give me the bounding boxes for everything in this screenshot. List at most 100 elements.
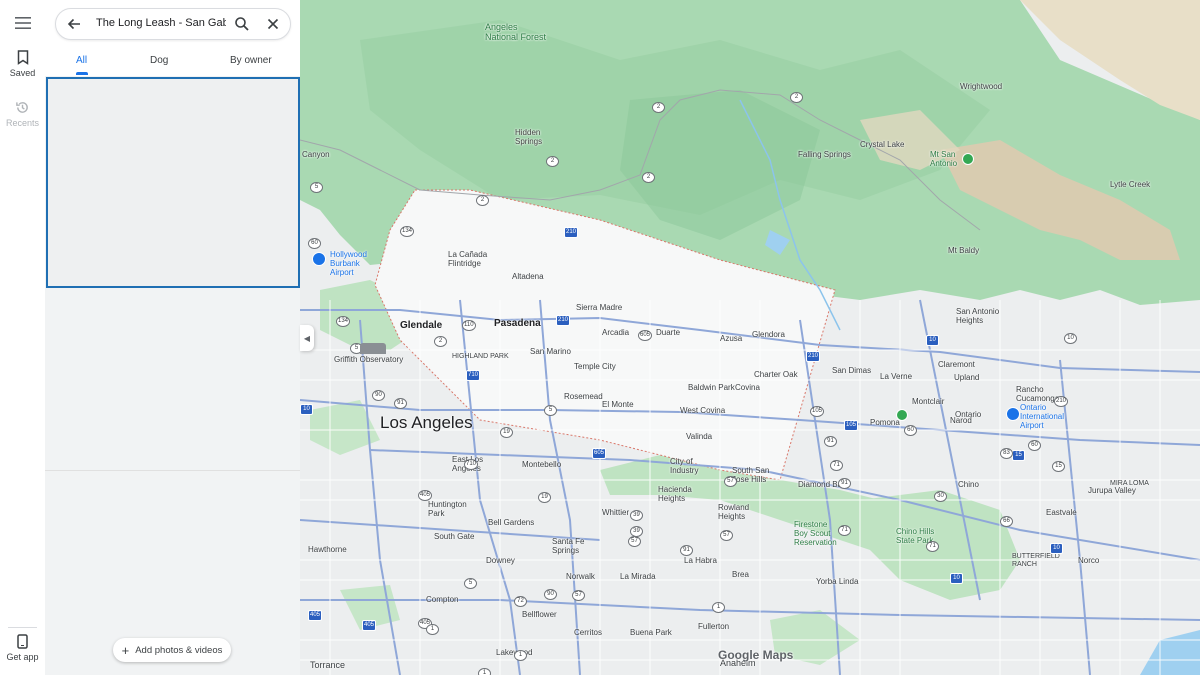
map-label-mt-san-antonio[interactable]: Mt San Antonio: [930, 150, 957, 168]
map-label-huntington-park[interactable]: Huntington Park: [428, 500, 467, 518]
map-label-hawthorne[interactable]: Hawthorne: [308, 545, 347, 554]
airport-marker-icon[interactable]: [1006, 407, 1020, 421]
map-label-pomona[interactable]: Pomona: [870, 418, 900, 427]
panel-header: The Long Leash - San Gabriel All Dog By …: [45, 0, 300, 76]
search-box[interactable]: The Long Leash - San Gabriel: [55, 8, 291, 40]
map-label-south-gate[interactable]: South Gate: [434, 532, 474, 541]
map-label-azusa[interactable]: Azusa: [720, 334, 742, 343]
map-label-jurupa[interactable]: Jurupa Valley: [1088, 486, 1136, 495]
rail-recents-label: Recents: [5, 118, 40, 128]
map-label-downey[interactable]: Downey: [486, 556, 515, 565]
menu-button[interactable]: [12, 12, 34, 34]
map-label-bellflower[interactable]: Bellflower: [522, 610, 557, 619]
map-label-brea[interactable]: Brea: [732, 570, 749, 579]
map-label-city-of-industry[interactable]: City of Industry: [670, 457, 698, 475]
map-label-glendora[interactable]: Glendora: [752, 330, 785, 339]
map-label-hollywood-airport[interactable]: Hollywood Burbank Airport: [330, 250, 367, 278]
map-label-montclair[interactable]: Montclair: [912, 397, 944, 406]
map-label-highland-park[interactable]: HIGHLAND PARK: [452, 353, 509, 361]
map-label-hidden-springs[interactable]: Hidden Springs: [515, 128, 542, 146]
map-label-santa-fe[interactable]: Santa Fe Springs: [552, 537, 584, 555]
photo-placeholder[interactable]: [46, 77, 300, 288]
tab-by-owner[interactable]: By owner: [230, 55, 272, 66]
map-label-lytle-creek[interactable]: Lytle Creek: [1110, 180, 1150, 189]
map-label-west-covina[interactable]: West Covina: [680, 406, 725, 415]
map-label-hacienda[interactable]: Hacienda Heights: [658, 485, 692, 503]
map-label-covina[interactable]: Covina: [735, 383, 760, 392]
map-label-bell-gardens[interactable]: Bell Gardens: [488, 518, 534, 527]
highway-shield: 19: [500, 427, 513, 438]
map-label-angeles-forest[interactable]: Angeles National Forest: [485, 22, 546, 43]
map-label-fullerton[interactable]: Fullerton: [698, 622, 729, 631]
map-label-butterfield[interactable]: BUTTERFIELD RANCH: [1012, 553, 1060, 569]
map-label-mt-baldy[interactable]: Mt Baldy: [948, 246, 979, 255]
map-label-la-mirada[interactable]: La Mirada: [620, 572, 656, 581]
collapse-panel-button[interactable]: ◀: [300, 325, 314, 351]
map-label-charter-oak[interactable]: Charter Oak: [754, 370, 798, 379]
highway-shield: 710: [464, 459, 479, 470]
map-label-el-monte[interactable]: El Monte: [602, 400, 634, 409]
close-icon[interactable]: [264, 15, 282, 33]
rail-recents-button[interactable]: Recents: [0, 100, 45, 128]
map-label-san-marino[interactable]: San Marino: [530, 347, 571, 356]
map-label-norco[interactable]: Norco: [1078, 556, 1099, 565]
map-label-ontario-airport[interactable]: Ontario International Airport: [1020, 403, 1064, 431]
peak-marker-icon[interactable]: [962, 153, 974, 165]
map-label-wrightwood[interactable]: Wrightwood: [960, 82, 1002, 91]
map-label-arcadia[interactable]: Arcadia: [602, 328, 629, 337]
map-label-yorba-linda[interactable]: Yorba Linda: [816, 577, 858, 586]
map-canvas[interactable]: Angeles National Forest Wrightwood Hidden …: [300, 0, 1200, 675]
map-label-sierra-madre[interactable]: Sierra Madre: [576, 303, 622, 312]
map-label-rancho[interactable]: Rancho Cucamonga: [1016, 385, 1059, 403]
observatory-landmark-icon[interactable]: [360, 343, 386, 354]
map-label-upland[interactable]: Upland: [954, 373, 979, 382]
map-label-claremont[interactable]: Claremont: [938, 360, 975, 369]
map-label-la-verne[interactable]: La Verne: [880, 372, 912, 381]
map-label-canyon[interactable]: Canyon: [302, 150, 330, 159]
highway-shield: 134: [336, 316, 351, 327]
map-label-los-angeles[interactable]: Los Angeles: [380, 413, 473, 433]
map-label-san-dimas[interactable]: San Dimas: [832, 366, 871, 375]
map-label-duarte[interactable]: Duarte: [656, 328, 680, 337]
map-label-whittier[interactable]: Whittier: [602, 508, 629, 517]
add-photos-button[interactable]: + Add photos & videos: [113, 638, 231, 662]
rail-saved-button[interactable]: Saved: [0, 50, 45, 78]
map-label-rowland[interactable]: Rowland Heights: [718, 503, 749, 521]
highway-shield: 1: [478, 668, 491, 675]
back-arrow-icon[interactable]: [65, 15, 83, 33]
map-label-south-san-jose[interactable]: South San Jose Hills: [732, 466, 769, 484]
map-label-compton[interactable]: Compton: [426, 595, 458, 604]
map-label-valinda[interactable]: Valinda: [686, 432, 712, 441]
park-marker-icon[interactable]: [896, 409, 908, 421]
map-label-narod[interactable]: Narod: [950, 416, 972, 425]
map-label-temple-city[interactable]: Temple City: [574, 362, 616, 371]
map-label-torrance[interactable]: Torrance: [310, 660, 345, 670]
map-label-falling-springs[interactable]: Falling Springs: [798, 150, 851, 159]
map-label-chino[interactable]: Chino: [958, 480, 979, 489]
map-label-san-antonio-heights[interactable]: San Antonio Heights: [956, 307, 999, 325]
map-label-crystal-lake[interactable]: Crystal Lake: [860, 140, 904, 149]
highway-shield: 5: [544, 405, 557, 416]
map-label-eastvale[interactable]: Eastvale: [1046, 508, 1077, 517]
search-input[interactable]: The Long Leash - San Gabriel: [96, 17, 226, 29]
highway-shield: 2: [642, 172, 655, 183]
tab-all[interactable]: All: [76, 55, 87, 66]
map-label-pasadena[interactable]: Pasadena: [494, 318, 541, 330]
map-label-altadena[interactable]: Altadena: [512, 272, 544, 281]
rail-get-app-button[interactable]: Get app: [0, 634, 45, 662]
airport-marker-icon[interactable]: [312, 252, 326, 266]
map-label-la-canada[interactable]: La Cañada Flintridge: [448, 250, 487, 268]
highway-shield: 2: [790, 92, 803, 103]
map-label-montebello[interactable]: Montebello: [522, 460, 561, 469]
map-label-griffith[interactable]: Griffith Observatory: [334, 355, 403, 364]
search-icon[interactable]: [233, 15, 251, 33]
map-label-cerritos[interactable]: Cerritos: [574, 628, 602, 637]
map-label-buena-park[interactable]: Buena Park: [630, 628, 672, 637]
tab-dog[interactable]: Dog: [150, 55, 168, 66]
map-label-baldwin-park[interactable]: Baldwin Park: [688, 383, 735, 392]
map-label-glendale[interactable]: Glendale: [400, 320, 442, 332]
map-label-firestone[interactable]: Firestone Boy Scout Reservation: [794, 520, 837, 548]
map-label-rosemead[interactable]: Rosemead: [564, 392, 603, 401]
map-label-norwalk[interactable]: Norwalk: [566, 572, 595, 581]
map-label-la-habra[interactable]: La Habra: [684, 556, 717, 565]
